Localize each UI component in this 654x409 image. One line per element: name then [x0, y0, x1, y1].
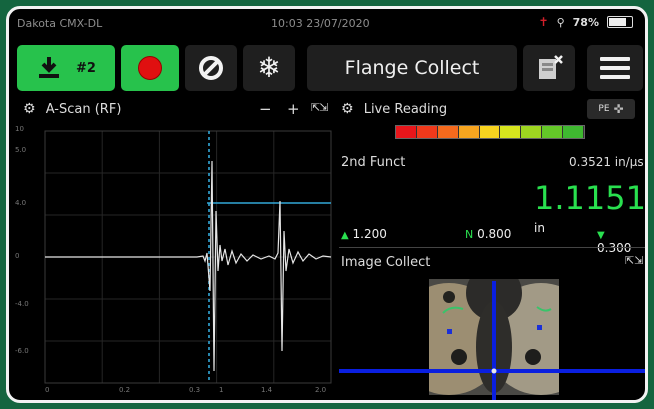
live-settings-gear-icon[interactable]: ⚙: [341, 101, 354, 117]
record-button[interactable]: [121, 45, 179, 91]
null-icon: [199, 56, 223, 80]
ascan-plot[interactable]: [17, 121, 337, 393]
pe-mode-button[interactable]: PE ✜: [587, 99, 635, 119]
signal-strength-segment: [458, 126, 480, 138]
mode-button[interactable]: Flange Collect: [307, 45, 517, 91]
signal-strength-segment: [500, 126, 522, 138]
clear-button[interactable]: [185, 45, 237, 91]
save-count: #2: [76, 60, 96, 76]
x-tick: 0.3: [189, 386, 201, 394]
nominal-icon: N: [465, 228, 474, 241]
hamburger-menu-icon: [600, 57, 630, 79]
y-tick: -6.0: [15, 347, 29, 355]
record-icon: [138, 56, 162, 80]
freeze-button[interactable]: ❄: [243, 45, 295, 91]
device-screen: Dakota CMX-DL 10:03 23/07/2020 ✝ ⚲ 78% #…: [6, 6, 648, 403]
image-expand-icon[interactable]: ⇱⇲: [625, 254, 643, 267]
ascan-header: ⚙ A-Scan (RF) − + ⇱⇲: [23, 100, 333, 121]
y-tick: 0: [15, 252, 20, 260]
zoom-out-button[interactable]: −: [259, 100, 272, 118]
signal-strength-segment: [542, 126, 564, 138]
x-tick: 0.2: [119, 386, 131, 394]
x-tick: 2.0: [315, 386, 327, 394]
signal-strength-segment: [563, 126, 585, 138]
x-tick: 0: [45, 386, 50, 394]
signal-strength-bar: [395, 125, 585, 139]
alarm-low-icon: ▼: [597, 230, 605, 241]
image-collect-title: Image Collect: [341, 255, 431, 270]
y-tick: 10: [15, 125, 24, 133]
mode-label: Flange Collect: [344, 57, 480, 79]
snowflake-icon: ❄: [257, 51, 281, 84]
battery-icon: [607, 16, 633, 28]
pe-label: PE: [598, 104, 610, 114]
datetime: 10:03 23/07/2020: [271, 17, 370, 30]
zoom-in-button[interactable]: +: [287, 100, 300, 118]
battery-percent: 78%: [572, 15, 599, 29]
signal-strength-segment: [396, 126, 417, 138]
y-tick: -4.0: [15, 300, 29, 308]
velocity-value: 0.3521 in/µs: [569, 155, 644, 169]
signal-strength-segment: [437, 126, 459, 138]
y-tick: 4.0: [15, 199, 27, 207]
delete-file-button[interactable]: [523, 45, 575, 91]
status-icons: ✝ ⚲ 78%: [539, 15, 633, 29]
alarm-low-group: ▼ 0.300: [597, 227, 641, 255]
live-reading-header: ⚙ Live Reading PE ✜: [341, 99, 641, 121]
x-tick: 1.4: [261, 386, 273, 394]
bluetooth-icon: ✝: [538, 15, 549, 29]
flange-photo: [429, 279, 559, 395]
alarm-low-value: 0.300: [597, 241, 632, 255]
signal-strength-segment: [521, 126, 543, 138]
nominal-value: 0.800: [477, 227, 512, 241]
nominal-group: N 0.800: [465, 227, 511, 241]
function-label: 2nd Funct: [341, 155, 406, 170]
reading-value: 1.1151: [534, 179, 646, 217]
device-name: Dakota CMX-DL: [17, 17, 103, 30]
y-tick: 5.0: [15, 146, 27, 154]
ascan-title: A-Scan (RF): [45, 102, 122, 117]
usb-icon: ⚲: [556, 15, 565, 29]
ascan-expand-icon[interactable]: ⇱⇲: [311, 101, 328, 114]
section-divider: [339, 247, 645, 248]
file-delete-icon: [539, 55, 563, 79]
signal-strength-segment: [416, 126, 438, 138]
camera-image[interactable]: [429, 279, 559, 395]
menu-button[interactable]: [587, 45, 643, 91]
save-button[interactable]: #2: [17, 45, 115, 91]
alarm-high-icon: ▲: [341, 230, 349, 241]
crosshair-icon: ✜: [613, 102, 624, 116]
x-tick: 1: [219, 386, 224, 394]
status-bar: Dakota CMX-DL 10:03 23/07/2020 ✝ ⚲ 78%: [9, 9, 645, 37]
alarm-high-value: 1.200: [352, 227, 387, 241]
rf-waveform: [45, 160, 332, 372]
alarm-row: ▲ 1.200 N 0.800 ▼ 0.300: [341, 227, 641, 255]
live-reading-title: Live Reading: [363, 102, 448, 117]
signal-strength-segment: [479, 126, 501, 138]
ascan-settings-gear-icon[interactable]: ⚙: [23, 101, 36, 117]
download-icon: [39, 57, 60, 78]
